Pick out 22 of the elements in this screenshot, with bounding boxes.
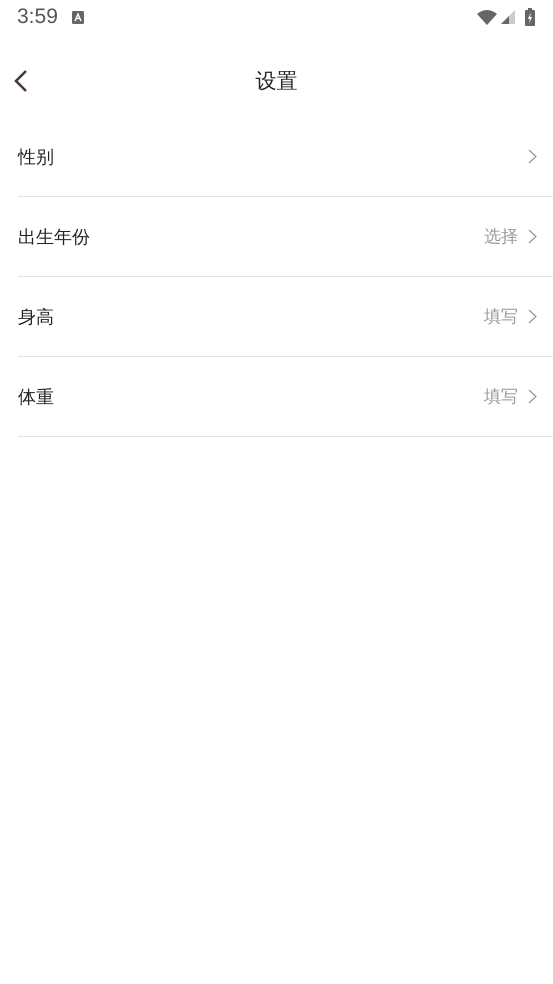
wifi-icon	[477, 10, 497, 24]
chevron-right-icon	[528, 389, 537, 404]
setting-value: 填写	[484, 306, 518, 328]
chevron-right-icon	[528, 149, 537, 164]
status-time: 3:59	[17, 5, 58, 29]
chevron-right-icon	[528, 229, 537, 244]
chevron-right-icon	[528, 309, 537, 324]
setting-label: 体重	[18, 386, 54, 408]
settings-row[interactable]: 身高 填写	[18, 277, 553, 357]
settings-row[interactable]: 体重 填写	[18, 357, 553, 437]
page-title: 设置	[256, 68, 298, 94]
setting-label: 出生年份	[18, 226, 90, 248]
setting-label: 性别	[18, 146, 54, 168]
signal-icon	[501, 10, 515, 24]
back-icon	[14, 69, 28, 93]
setting-value: 选择	[484, 226, 518, 248]
battery-icon	[525, 8, 535, 26]
settings-row[interactable]: 出生年份 选择	[18, 197, 553, 277]
setting-label: 身高	[18, 306, 54, 328]
setting-value: 填写	[484, 386, 518, 408]
settings-row[interactable]: 性别	[18, 117, 553, 197]
notification-icon	[72, 10, 84, 24]
